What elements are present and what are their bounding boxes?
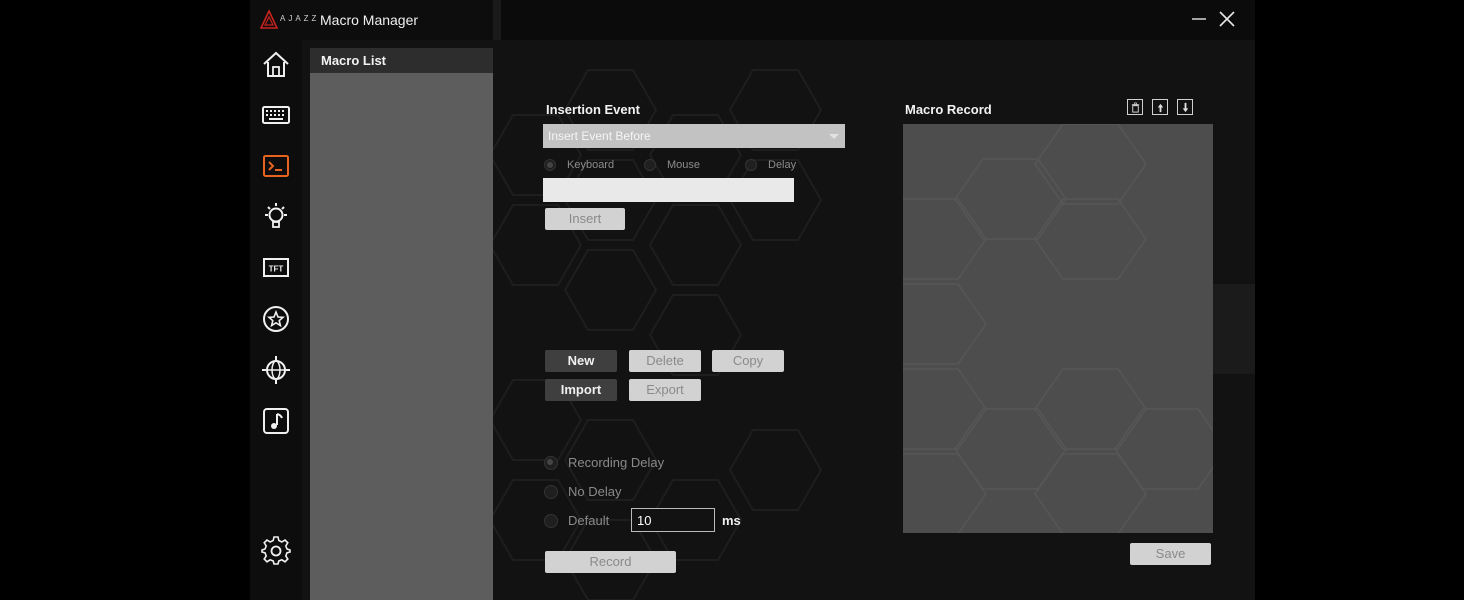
export-macro-button[interactable]: Export [629,379,701,401]
radio-delay-indicator [745,159,757,171]
nav-favorites[interactable] [261,304,291,334]
chevron-down-icon [829,134,839,139]
radio-recording-delay[interactable]: Recording Delay [544,455,664,470]
minimize-button[interactable] [1188,8,1210,30]
copy-macro-button[interactable]: Copy [712,350,784,372]
delay-unit-label: ms [722,513,741,528]
brand-name: AJAZZ [280,14,320,23]
nav-macro[interactable] [261,151,291,181]
tft-icon: TFT [263,258,289,277]
nav-settings[interactable] [261,535,291,565]
window-title: Macro Manager [320,12,419,28]
radio-no-delay-label: No Delay [568,484,622,499]
delete-macro-button[interactable]: Delete [629,350,701,372]
macro-record-title: Macro Record [905,102,992,117]
title-bar: AJAZZ Macro Manager [250,0,1255,40]
app-window: AJAZZ Macro Manager TFT Macro List Inser… [250,0,1255,600]
radio-recording-delay-indicator [544,455,558,470]
arrow-down-icon [1182,102,1188,112]
nav-home[interactable] [261,50,291,80]
import-macro-button[interactable]: Import [545,379,617,401]
music-icon [263,408,289,434]
radio-delay[interactable]: Delay [745,159,796,171]
nav-keyboard[interactable] [261,100,291,130]
default-delay-input[interactable] [631,508,715,532]
move-down-button[interactable] [1177,99,1193,115]
new-macro-button[interactable]: New [545,350,617,372]
radio-keyboard[interactable]: Keyboard [544,159,614,171]
insertion-event-title: Insertion Event [546,102,640,117]
nav-tft[interactable]: TFT [261,253,291,283]
trash-icon [1131,102,1139,113]
gear-icon [261,536,291,565]
radio-default-delay-label: Default [568,513,610,528]
radio-default-delay-indicator [544,513,558,528]
save-button[interactable]: Save [1130,543,1211,565]
radio-keyboard-indicator [544,159,556,171]
move-up-button[interactable] [1152,99,1168,115]
close-icon [1219,11,1235,27]
insertion-position-select[interactable]: Insert Event Before [543,124,845,148]
record-button[interactable]: Record [545,551,676,573]
globe-icon [262,356,290,384]
radio-keyboard-label: Keyboard [567,159,615,171]
radio-no-delay-indicator [544,484,558,499]
lightbulb-icon [265,203,287,228]
radio-mouse-indicator [644,159,656,171]
radio-default-delay[interactable]: Default [544,513,609,528]
radio-delay-label: Delay [768,159,797,171]
close-button[interactable] [1216,8,1238,30]
delete-event-button[interactable] [1127,99,1143,115]
macro-list-panel[interactable]: Macro List [310,48,493,600]
ajazz-logo-icon [260,10,278,29]
terminal-icon [263,155,289,177]
insertion-position-value: Insert Event Before [548,129,651,143]
nav-lighting[interactable] [261,201,291,231]
star-icon [263,306,289,332]
macro-list-title: Macro List [310,48,493,73]
radio-mouse[interactable]: Mouse [644,159,700,171]
insert-button[interactable]: Insert [545,208,625,230]
insertion-event-input[interactable] [543,178,794,202]
arrow-up-icon [1157,103,1163,112]
nav-network[interactable] [261,355,291,385]
macro-record-list[interactable] [903,124,1213,533]
radio-no-delay[interactable]: No Delay [544,484,621,499]
radio-recording-delay-label: Recording Delay [568,455,665,470]
title-left: AJAZZ Macro Manager [250,0,493,40]
side-nav: TFT [250,40,302,600]
minimize-icon [1192,18,1206,20]
record-hex-pattern [903,124,1213,533]
home-icon [263,51,289,77]
keyboard-icon [262,106,290,124]
nav-music[interactable] [261,406,291,436]
radio-mouse-label: Mouse [667,159,701,171]
tft-icon-label: TFT [269,265,284,274]
title-divider [493,0,501,40]
